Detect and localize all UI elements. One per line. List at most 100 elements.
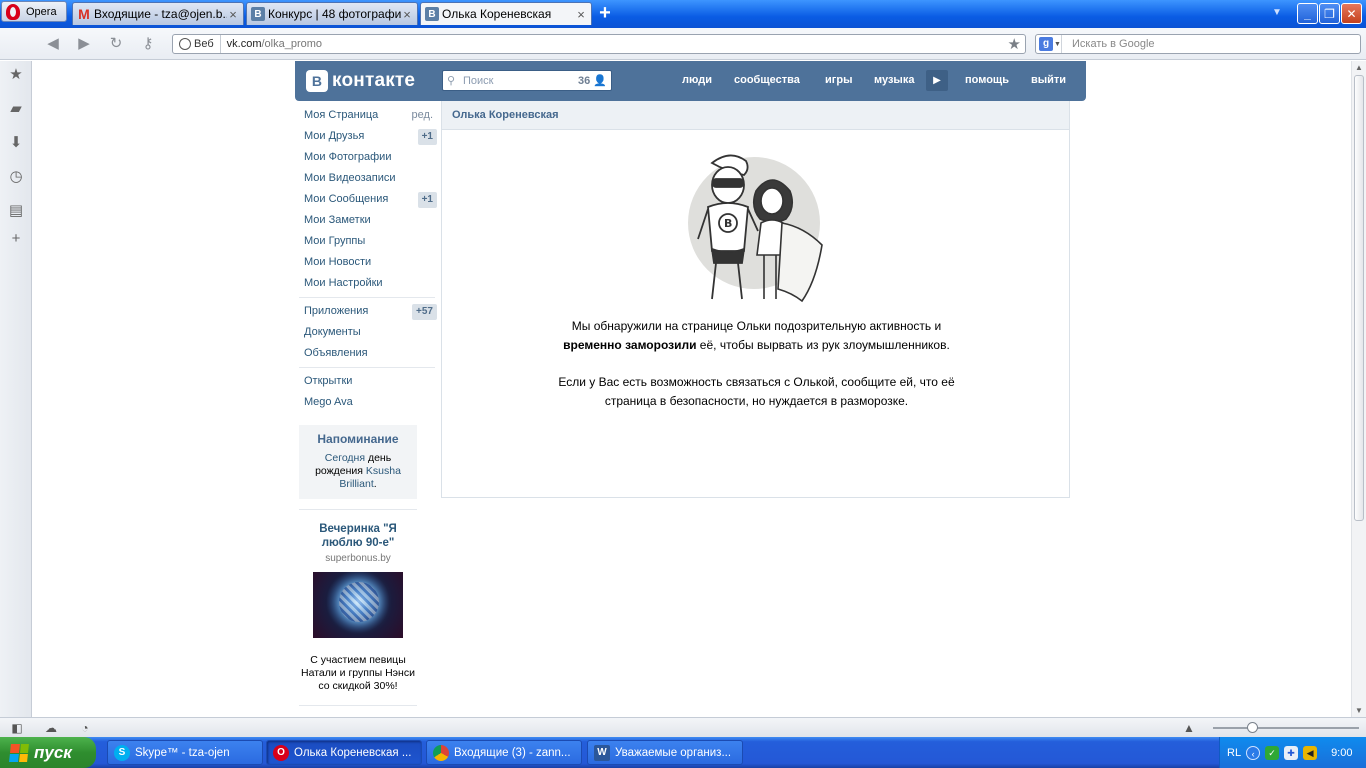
menu-mego-ava[interactable]: Mego Ava [299, 392, 439, 413]
contact-message: Если у Вас есть возможность связаться с … [558, 375, 955, 408]
wand-key-icon[interactable]: ⚷ [140, 36, 156, 52]
network-icon[interactable]: ✚ [1284, 745, 1299, 760]
toggle-panel-icon[interactable]: ◧ [10, 721, 24, 735]
nav-people[interactable]: люди [682, 74, 712, 86]
freeze-message: Мы обнаружили на странице Ольки подозрит… [563, 319, 950, 352]
volume-icon[interactable]: ◀ [1303, 745, 1318, 760]
ad-block[interactable]: Вечеринка "Я люблю 90-е" superbonus.by С… [299, 509, 417, 706]
search-field[interactable]: g ▼ Искать в Google [1035, 34, 1361, 54]
chevron-down-icon: ▼ [1054, 40, 1061, 48]
turbo-gauge-icon[interactable]: ◔ [78, 721, 92, 735]
tab-gmail[interactable]: M Входящие - tza@ojen.b... × [72, 2, 244, 25]
online-count: 36 👤 [577, 75, 607, 87]
ad-text: С участием певицы Натали и группы Нэнси … [301, 654, 415, 692]
nav-music[interactable]: музыка [874, 74, 914, 86]
task-word[interactable]: W Уважаемые организ... [587, 740, 743, 765]
notes-icon[interactable]: ▰ [8, 101, 24, 117]
tab-vk-contest[interactable]: В Конкурс | 48 фотографий × [246, 2, 418, 25]
opera-menu-button[interactable]: Opera [1, 1, 67, 22]
tab-title: Конкурс | 48 фотографий [268, 7, 401, 21]
forward-arrow-icon[interactable]: ▶ [76, 36, 92, 52]
vk-search-input[interactable]: ⚲ Поиск 36 👤 [442, 70, 612, 91]
menu-divider [299, 367, 435, 368]
vk-icon: В [425, 7, 439, 21]
zoom-slider-track[interactable] [1213, 727, 1359, 729]
reminder-title: Напоминание [317, 432, 399, 446]
birthday-reminder: Напоминание Сегодня день рождения Ksusha… [299, 425, 417, 499]
bookmark-star-icon[interactable]: ★ [1008, 35, 1021, 53]
site-info-button[interactable]: Веб [173, 35, 221, 53]
menu-my-settings[interactable]: Мои Настройки [299, 273, 439, 294]
url-path: /olka_promo [261, 38, 323, 50]
back-arrow-icon[interactable]: ◀ [45, 36, 61, 52]
restore-button[interactable]: ❐ [1319, 3, 1340, 24]
task-opera[interactable]: O Олька Кореневская ... [266, 740, 422, 765]
search-engine-selector[interactable]: g ▼ [1036, 35, 1062, 53]
zoom-slider-handle[interactable] [1247, 722, 1258, 733]
add-panel-plus-icon[interactable]: + [8, 231, 24, 247]
google-icon: g [1039, 37, 1053, 51]
security-check-icon[interactable]: ✓ [1265, 745, 1280, 760]
close-window-button[interactable]: ✕ [1341, 3, 1362, 24]
language-indicator[interactable]: RL [1227, 747, 1241, 759]
start-button[interactable]: пуск [0, 737, 96, 768]
today-link[interactable]: Сегодня [325, 452, 365, 464]
menu-my-videos[interactable]: Мои Видеозаписи [299, 168, 439, 189]
new-tab-plus-icon[interactable]: + [596, 3, 614, 23]
search-placeholder: Искать в Google [1072, 38, 1155, 50]
menu-my-friends[interactable]: Мои Друзья +1 [299, 126, 439, 147]
menu-postcards[interactable]: Открытки [299, 371, 439, 392]
menu-my-page[interactable]: Моя Страница ред. [299, 105, 439, 126]
close-icon[interactable]: × [575, 7, 587, 22]
nav-games[interactable]: игры [825, 74, 852, 86]
windows-logo-icon [9, 743, 29, 762]
url-host: vk.com [226, 38, 262, 50]
opera-unite-cloud-icon[interactable]: ☁ [44, 721, 58, 735]
windows-taskbar: пуск S Skype™ - tza-ojen O Олька Коренев… [0, 737, 1366, 768]
downloads-icon[interactable]: ⬇ [8, 135, 24, 151]
edit-link[interactable]: ред. [412, 105, 433, 126]
menu-my-groups[interactable]: Мои Группы [299, 231, 439, 252]
menu-my-messages[interactable]: Мои Сообщения +1 [299, 189, 439, 210]
menu-ads[interactable]: Объявления [299, 343, 439, 364]
scroll-down-icon[interactable]: ▼ [1355, 706, 1363, 715]
music-play-icon[interactable]: ▶ [926, 70, 948, 91]
ad-title[interactable]: Вечеринка "Я люблю 90-е" [299, 522, 417, 550]
menu-my-notes[interactable]: Мои Заметки [299, 210, 439, 231]
opera-menu-label: Opera [26, 5, 57, 18]
menu-my-photos[interactable]: Мои Фотографии [299, 147, 439, 168]
ad-disco-ball-image[interactable] [313, 572, 403, 638]
scrollbar-thumb[interactable] [1354, 75, 1364, 521]
vk-logo[interactable]: В контакте [306, 70, 415, 92]
nav-logout[interactable]: выйти [1031, 74, 1066, 86]
close-icon[interactable]: × [401, 7, 413, 22]
vertical-scrollbar[interactable]: ▲ ▼ [1351, 61, 1366, 717]
nav-communities[interactable]: сообщества [734, 74, 800, 86]
task-skype[interactable]: S Skype™ - tza-ojen [107, 740, 263, 765]
tab-vk-profile[interactable]: В Олька Кореневская × [420, 2, 592, 25]
address-field[interactable]: Веб vk.com/olka_promo ★ [172, 34, 1026, 54]
view-options-icon[interactable]: ▲ [1182, 721, 1196, 735]
tray-expand-chevron-icon[interactable]: ‹ [1246, 745, 1261, 760]
menu-documents[interactable]: Документы [299, 322, 439, 343]
count-badge: +1 [417, 192, 437, 208]
page-title: Олька Кореневская [442, 101, 1069, 130]
scroll-up-icon[interactable]: ▲ [1355, 63, 1363, 72]
clock[interactable]: 9:00 [1331, 747, 1352, 759]
url-text[interactable]: vk.com/olka_promo [221, 38, 322, 50]
task-chrome[interactable]: Входящие (3) - zann... [426, 740, 582, 765]
count-badge: +57 [412, 304, 437, 320]
nav-help[interactable]: помощь [965, 74, 1009, 86]
history-clock-icon[interactable]: ◷ [8, 169, 24, 185]
bookmarks-star-icon[interactable]: ★ [8, 67, 24, 83]
close-icon[interactable]: × [227, 7, 239, 22]
reload-icon[interactable]: ↻ [108, 36, 124, 52]
minimize-button[interactable]: _ [1297, 3, 1318, 24]
windows-panel-icon[interactable]: ▤ [8, 203, 24, 219]
tab-list-chevron-down-icon[interactable]: ▼ [1272, 7, 1282, 18]
search-icon: ⚲ [447, 75, 456, 87]
menu-my-news[interactable]: Мои Новости [299, 252, 439, 273]
browser-status-bar: ◧ ☁ ◔ ▲ [0, 717, 1366, 737]
menu-apps[interactable]: Приложения +57 [299, 301, 439, 322]
ad-domain: superbonus.by [325, 553, 391, 564]
